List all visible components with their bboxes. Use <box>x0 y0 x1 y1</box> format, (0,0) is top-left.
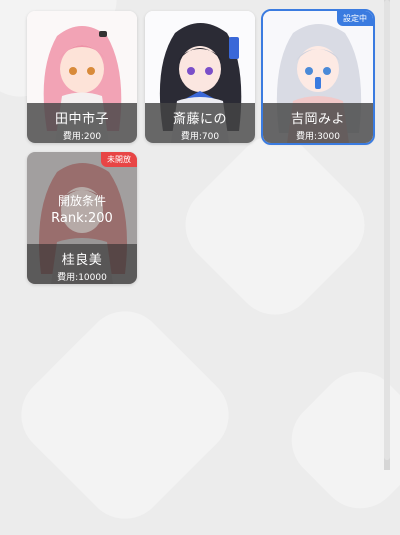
name-band: 吉岡みよ 費用:3000 <box>263 103 373 143</box>
background-shape <box>275 355 400 525</box>
character-card-yoshioka[interactable]: 設定中 吉岡みよ 費用:3000 <box>261 9 375 145</box>
character-cost: 費用:3000 <box>296 132 340 142</box>
locked-badge: 未開放 <box>101 152 137 167</box>
name-band: 田中市子 費用:200 <box>27 103 137 143</box>
background-shape <box>168 118 382 332</box>
character-name: 吉岡みよ <box>290 112 345 127</box>
character-card-tanaka[interactable]: 田中市子 費用:200 <box>27 11 137 143</box>
scrollbar-thumb[interactable] <box>384 0 390 460</box>
character-card-katsura[interactable]: 開放条件 Rank:200 未開放 桂良美 費用:10000 <box>27 152 137 284</box>
unlock-condition-label: 開放条件 <box>57 194 106 208</box>
character-name: 田中市子 <box>54 112 109 127</box>
character-name: 斎藤にの <box>172 112 227 127</box>
character-cost: 費用:200 <box>62 132 102 142</box>
selected-badge: 設定中 <box>337 11 373 26</box>
name-band: 桂良美 費用:10000 <box>27 244 137 284</box>
character-cost: 費用:10000 <box>57 273 107 283</box>
background-shape <box>4 294 246 535</box>
name-band: 斎藤にの 費用:700 <box>145 103 255 143</box>
unlock-rank-requirement: Rank:200 <box>51 211 113 226</box>
character-cost: 費用:700 <box>180 132 220 142</box>
character-name: 桂良美 <box>61 253 103 268</box>
character-card-saito[interactable]: 斎藤にの 費用:700 <box>145 11 255 143</box>
